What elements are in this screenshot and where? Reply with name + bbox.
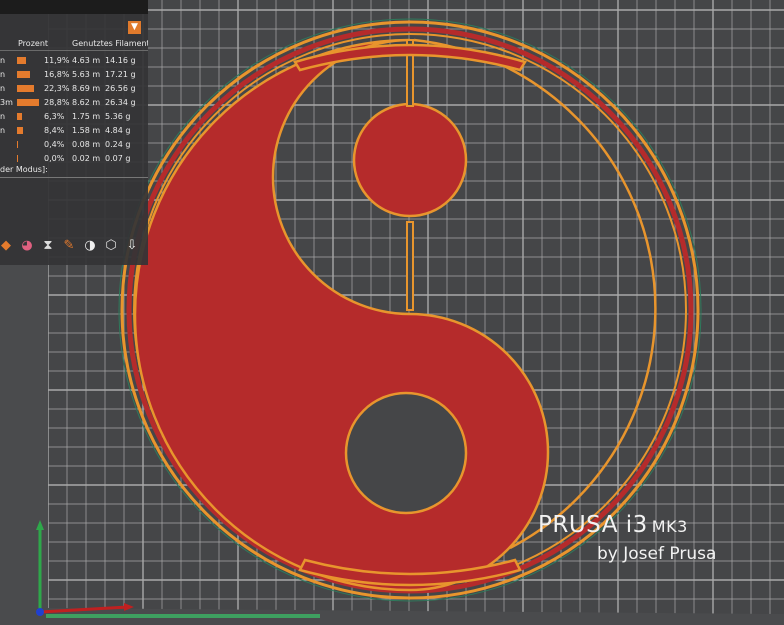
legend-row-length: 1.58 m: [72, 126, 101, 135]
header-divider: [0, 50, 148, 51]
legend-row-length: 5.63 m: [72, 70, 101, 79]
export-icon[interactable]: ⇩: [124, 238, 140, 254]
legend-row-bar: [17, 113, 22, 120]
legend-row-length: 8.62 m: [72, 98, 101, 107]
upper-eye: [352, 102, 468, 218]
legend-row-bar: [17, 99, 39, 106]
legend-row-bar: [17, 85, 35, 92]
color-icon[interactable]: ◕: [19, 238, 35, 254]
legend-row-label: n: [0, 84, 6, 93]
legend-row: n 6,3% 1.75 m 5.36 g: [0, 110, 148, 123]
legend-row-percent: 28,8%: [44, 98, 70, 107]
legend-row: n 16,8% 5.63 m 17.21 g: [0, 68, 148, 81]
legend-row-weight: 14.16 g: [105, 56, 136, 65]
legend-row-length: 0.02 m: [72, 154, 101, 163]
logo-model: PRUSA i3: [538, 512, 648, 538]
hourglass-icon[interactable]: ⧗: [40, 238, 56, 254]
connector-bottom: [406, 221, 414, 311]
legend-row-bar: [17, 141, 18, 148]
legend-row-length: 1.75 m: [72, 112, 101, 121]
legend-row: 0,4% 0.08 m 0.24 g: [0, 138, 148, 151]
lower-eye: [344, 391, 468, 515]
legend-row: 3m 28,8% 8.62 m 26.34 g: [0, 96, 148, 109]
legend-row-length: 0.08 m: [72, 140, 101, 149]
legend-row-percent: 0,0%: [44, 154, 65, 163]
legend-row-percent: 6,3%: [44, 112, 65, 121]
legend-row-label: n: [0, 112, 6, 121]
legend-row-bar: [17, 71, 30, 78]
legend-row-percent: 16,8%: [44, 70, 70, 79]
legend-row-weight: 4.84 g: [105, 126, 131, 135]
legend-row-weight: 26.56 g: [105, 84, 136, 93]
legend-row-bar: [17, 155, 18, 162]
legend-row-weight: 17.21 g: [105, 70, 136, 79]
logo-suffix: MK3: [651, 517, 688, 536]
legend-row-length: 4.63 m: [72, 56, 101, 65]
checker-icon[interactable]: ◑: [82, 238, 98, 254]
mode-label: der Modus]:: [0, 165, 48, 174]
legend-row-label: n: [0, 126, 6, 135]
cube-icon[interactable]: ⬡: [103, 238, 119, 254]
legend-row-length: 8.69 m: [72, 84, 101, 93]
legend-row-percent: 0,4%: [44, 140, 65, 149]
filament-header: Genutztes Filament: [72, 39, 148, 48]
legend-row-label: n: [0, 56, 6, 65]
legend-row: n 11,9% 4.63 m 14.16 g: [0, 54, 148, 67]
legend-panel: ▼ Prozent Genutztes Filament n 11,9% 4.63 …: [0, 0, 148, 265]
legend-row-bar: [17, 127, 24, 134]
legend-row: n 8,4% 1.58 m 4.84 g: [0, 124, 148, 137]
layers-icon[interactable]: ◆: [0, 238, 14, 254]
legend-row-weight: 5.36 g: [105, 112, 131, 121]
legend-row-weight: 26.34 g: [105, 98, 136, 107]
legend-row-weight: 0.24 g: [105, 140, 131, 149]
legend-row-label: n: [0, 70, 6, 79]
edit-icon[interactable]: ✎: [61, 238, 77, 254]
legend-row-label: 3m: [0, 98, 13, 107]
logo-byline: by Josef Prusa: [597, 544, 717, 564]
mode-divider: [0, 177, 148, 178]
legend-row: 0,0% 0.02 m 0.07 g: [0, 152, 148, 165]
legend-row-weight: 0.07 g: [105, 154, 131, 163]
legend-row-percent: 8,4%: [44, 126, 65, 135]
percent-header: Prozent: [18, 39, 49, 48]
legend-row-percent: 22,3%: [44, 84, 70, 93]
legend-row-percent: 11,9%: [44, 56, 70, 65]
legend-row-bar: [17, 57, 27, 64]
legend-row: n 22,3% 8.69 m 26.56 g: [0, 82, 148, 95]
panel-topbar: [0, 0, 148, 14]
collapse-toggle-icon[interactable]: ▼: [128, 21, 141, 34]
